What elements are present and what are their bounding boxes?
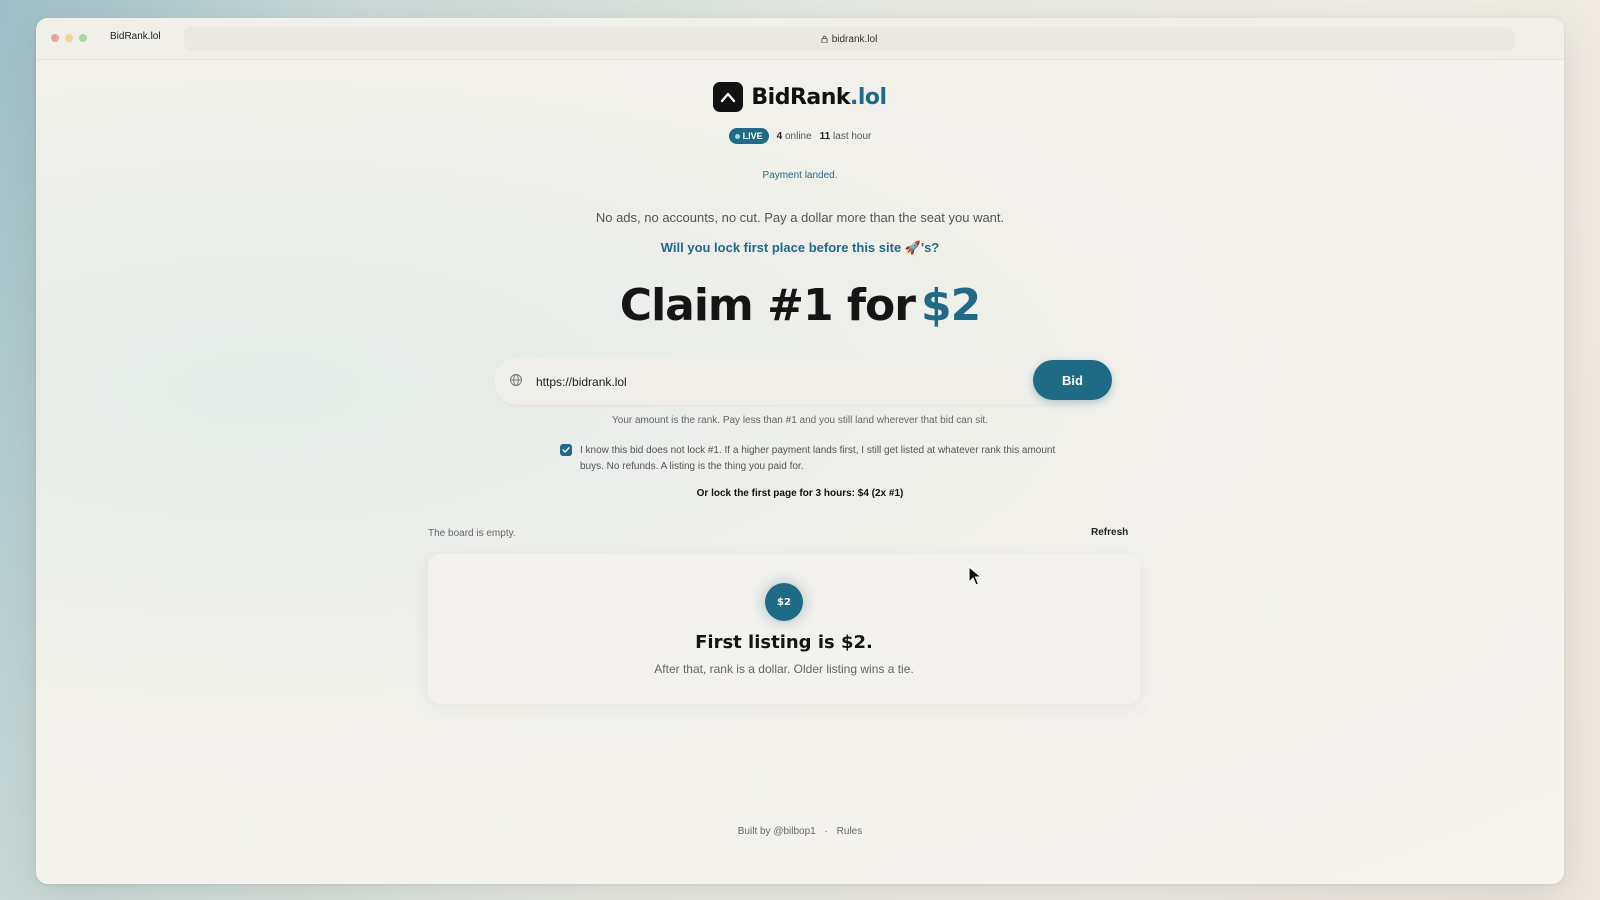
address-bar[interactable]: bidrank.lol	[184, 27, 1514, 51]
url-input[interactable]	[534, 369, 998, 395]
browser-titlebar: BidRank.lol bidrank.lol	[36, 18, 1564, 60]
browser-tab-title[interactable]: BidRank.lol	[110, 31, 161, 42]
tagline: No ads, no accounts, no cut. Pay a dolla…	[595, 210, 1005, 225]
live-badge: LIVE	[728, 128, 769, 144]
minimize-window-button[interactable]	[65, 34, 73, 42]
brand-name: BidRank.lol	[751, 84, 887, 110]
footer-separator: ·	[824, 826, 828, 837]
agree-checkbox[interactable]	[560, 444, 572, 456]
lock-icon	[821, 35, 828, 43]
address-bar-url: bidrank.lol	[831, 33, 878, 45]
empty-board-card: $2 First listing is $2. After that, rank…	[428, 554, 1140, 704]
window-controls	[51, 34, 87, 42]
card-title: First listing is $2.	[695, 632, 873, 653]
brand-logo-icon	[713, 82, 744, 112]
mouse-cursor-icon	[968, 566, 982, 586]
lock-first-page-link[interactable]: Or lock the first page for 3 hours: $4 (…	[36, 488, 1564, 499]
maximize-window-button[interactable]	[79, 34, 87, 42]
agree-text[interactable]: I know this bid does not lock #1. If a h…	[580, 443, 1080, 475]
price-badge: $2	[765, 583, 803, 621]
last-hour-count: 11 last hour	[819, 130, 872, 142]
status-bar: LIVE 4 online 11 last hour	[36, 128, 1564, 144]
headline-amount: $2	[920, 280, 981, 331]
globe-icon	[510, 374, 522, 386]
payment-notice: Payment landed.	[762, 170, 838, 181]
check-icon	[562, 447, 570, 453]
browser-window: BidRank.lol bidrank.lol BidRank.lol LIVE…	[36, 18, 1564, 884]
rules-link[interactable]: Rules	[837, 826, 863, 837]
refresh-button[interactable]: Refresh	[1091, 527, 1128, 538]
question-text: Will you lock first place before this si…	[660, 240, 940, 255]
bid-button[interactable]: Bid	[1033, 360, 1112, 400]
page-headline: Claim #1 for $2	[619, 280, 981, 331]
agree-row: I know this bid does not lock #1. If a h…	[560, 443, 1080, 475]
brand-header[interactable]: BidRank.lol	[36, 82, 1564, 112]
built-by-link[interactable]: Built by @bilbop1	[738, 826, 816, 837]
bid-hint: Your amount is the rank. Pay less than #…	[612, 415, 988, 426]
live-dot-icon	[734, 133, 740, 139]
online-count: 4 online	[776, 130, 812, 142]
card-subtitle: After that, rank is a dollar. Older list…	[654, 662, 914, 676]
close-window-button[interactable]	[51, 34, 59, 42]
page-footer: Built by @bilbop1 · Rules	[36, 826, 1564, 837]
board-empty-label: The board is empty.	[428, 528, 516, 539]
bid-form: Bid	[494, 357, 1112, 405]
